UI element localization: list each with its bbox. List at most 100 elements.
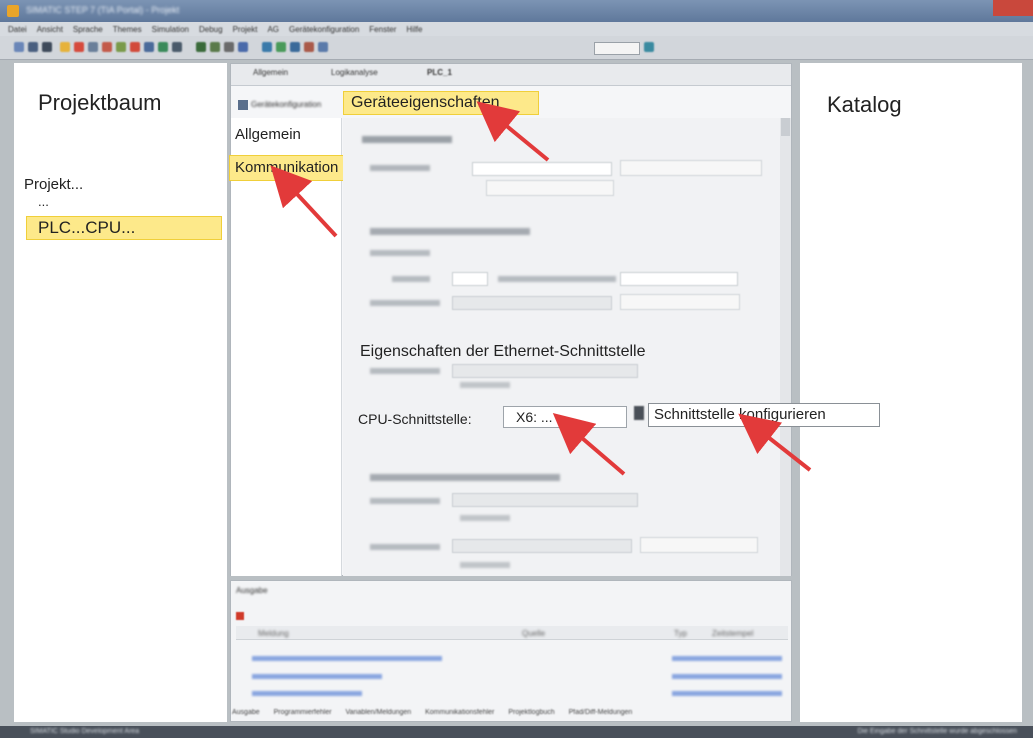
offline-icon[interactable]: [210, 42, 220, 52]
editor-tabs: Allgemein Logikanalyse PLC_1: [231, 64, 791, 86]
output-row-meta: [672, 656, 782, 661]
split-v-icon[interactable]: [304, 42, 314, 52]
blurred-heading: [370, 228, 530, 235]
blurred-button: [620, 294, 740, 310]
status-right: Die Eingabe der Schnittstelle wurde abge…: [857, 728, 1017, 735]
tab-geraeteeigenschaften[interactable]: Geräteeigenschaften: [343, 91, 539, 115]
blurred-label: [460, 382, 510, 388]
output-panel: [230, 580, 792, 722]
col-meldung[interactable]: Meldung: [258, 629, 289, 638]
nav-item-allgemein[interactable]: Allgemein: [235, 126, 301, 143]
tab-programmierfehler[interactable]: Programmierfehler: [274, 709, 332, 716]
tab-logikanalyse[interactable]: Logikanalyse: [331, 68, 378, 84]
download-icon[interactable]: [172, 42, 182, 52]
blurred-label: [370, 250, 430, 256]
output-row-meta: [672, 691, 782, 696]
status-left: SIMATIC Studio Development Area: [30, 728, 140, 735]
menu-simulation[interactable]: Simulation: [152, 25, 189, 34]
output-row[interactable]: [252, 674, 382, 679]
project-tree-panel: [14, 63, 227, 722]
stop-cpu-icon[interactable]: [262, 42, 272, 52]
col-typ[interactable]: Typ: [674, 629, 687, 638]
device-config-icon: [238, 100, 248, 110]
cpu-interface-label: CPU-Schnittstelle:: [358, 411, 472, 427]
blurred-heading: [370, 474, 560, 481]
properties-nav: [231, 118, 342, 576]
save-project-icon[interactable]: [42, 42, 52, 52]
output-row[interactable]: [252, 691, 362, 696]
nav-item-kommunikation[interactable]: Kommunikation: [229, 155, 358, 181]
output-row[interactable]: [252, 656, 442, 661]
subtab-geraetekonfiguration[interactable]: Gerätekonfiguration: [238, 97, 338, 113]
search-input[interactable]: [594, 42, 640, 55]
tab-variablen[interactable]: Variablen/Meldungen: [346, 709, 412, 716]
blurred-select: [452, 296, 612, 310]
menu-sprache[interactable]: Sprache: [73, 25, 103, 34]
blurred-select: [452, 539, 632, 553]
properties-scrollbar[interactable]: [780, 118, 791, 576]
interface-config-icon: [634, 406, 644, 420]
subtab-label: Gerätekonfiguration: [251, 100, 322, 109]
app-icon: [7, 5, 19, 17]
blurred-label: [370, 165, 430, 171]
col-zeitstempel[interactable]: Zeitstempel: [712, 629, 753, 638]
tree-item-plc-cpu[interactable]: PLC...CPU...: [26, 216, 222, 240]
blurred-label: [460, 562, 510, 568]
window-title: SIMATIC STEP 7 (TIA Portal) - Projekt: [26, 5, 180, 15]
clear-output-icon[interactable]: [236, 612, 244, 620]
menu-fenster[interactable]: Fenster: [369, 25, 396, 34]
close-button[interactable]: [993, 0, 1033, 16]
new-project-icon[interactable]: [14, 42, 24, 52]
blurred-label: [498, 276, 616, 282]
tab-allgemein[interactable]: Allgemein: [253, 68, 288, 84]
search-icon[interactable]: [644, 42, 654, 52]
tab-projektlogbuch[interactable]: Projektlogbuch: [508, 709, 554, 716]
tab-pfad-diff[interactable]: Pfad/Diff-Meldungen: [569, 709, 633, 716]
menu-datei[interactable]: Datei: [8, 25, 27, 34]
crossref-icon[interactable]: [276, 42, 286, 52]
output-row-meta: [672, 674, 782, 679]
paste-icon[interactable]: [102, 42, 112, 52]
delete-icon[interactable]: [116, 42, 126, 52]
tab-ausgabe[interactable]: Ausgabe: [232, 709, 260, 716]
copy-icon[interactable]: [88, 42, 98, 52]
tab-plc[interactable]: PLC_1: [427, 68, 452, 84]
scrollbar-thumb[interactable]: [781, 118, 790, 136]
toolbar: [0, 36, 1033, 60]
start-cpu-icon[interactable]: [238, 42, 248, 52]
window-icon[interactable]: [318, 42, 328, 52]
menu-projekt[interactable]: Projekt: [233, 25, 258, 34]
blurred-label: [392, 276, 430, 282]
output-table-header: Meldung Quelle Typ Zeitstempel: [236, 626, 788, 640]
minimize-button[interactable]: [949, 0, 971, 16]
blurred-select: [620, 272, 738, 286]
menu-ansicht[interactable]: Ansicht: [37, 25, 63, 34]
menu-ag[interactable]: AG: [267, 25, 279, 34]
accessible-devices-icon[interactable]: [224, 42, 234, 52]
blurred-label: [460, 515, 510, 521]
compile-icon[interactable]: [158, 42, 168, 52]
cut-icon[interactable]: [74, 42, 84, 52]
menu-debug[interactable]: Debug: [199, 25, 223, 34]
menu-geraetekonfiguration[interactable]: Gerätekonfiguration: [289, 25, 359, 34]
col-quelle[interactable]: Quelle: [522, 629, 545, 638]
tab-kommunikationsfehler[interactable]: Kommunikationsfehler: [425, 709, 494, 716]
tree-item-project[interactable]: Projekt...: [24, 176, 83, 193]
configure-interface-button[interactable]: Schnittstelle konfigurieren: [648, 403, 880, 427]
open-project-icon[interactable]: [28, 42, 38, 52]
cpu-interface-field[interactable]: X6: ...: [503, 406, 627, 428]
maximize-button[interactable]: [971, 0, 993, 16]
online-icon[interactable]: [196, 42, 206, 52]
blurred-select: [452, 493, 638, 507]
menu-themes[interactable]: Themes: [113, 25, 142, 34]
blurred-button: [620, 160, 762, 176]
blurred-label: [370, 544, 440, 550]
undo-icon[interactable]: [130, 42, 140, 52]
blurred-select: [472, 162, 612, 176]
print-icon[interactable]: [60, 42, 70, 52]
menu-hilfe[interactable]: Hilfe: [406, 25, 422, 34]
redo-icon[interactable]: [144, 42, 154, 52]
tree-item-ellipsis: ...: [38, 194, 49, 209]
split-h-icon[interactable]: [290, 42, 300, 52]
window-controls: [949, 0, 1033, 18]
